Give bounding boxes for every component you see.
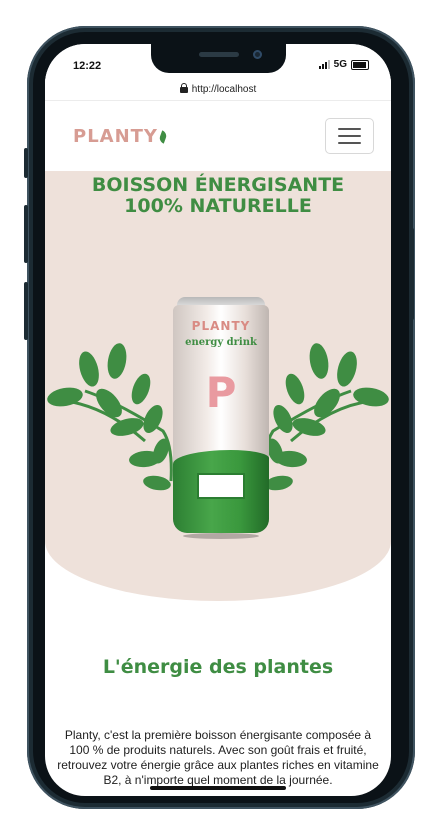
phone-screen: 12:22 5G http://localhost PLANTY BOISSON… (45, 44, 391, 796)
speaker-grille (199, 52, 239, 57)
hamburger-icon-bar (338, 135, 361, 137)
network-label: 5G (333, 59, 347, 70)
volume-down-button (24, 282, 28, 340)
right-leaf-branch (263, 343, 389, 491)
hero-title-line-2: 100% NATURELLE (124, 195, 312, 217)
home-indicator (150, 786, 286, 790)
left-leaf-branch (47, 343, 173, 491)
can-info-label (197, 473, 245, 499)
front-camera (253, 50, 262, 59)
hero-section: BOISSON ÉNERGISANTE 100% NATURELLE PLANT… (45, 171, 391, 601)
can-brand-text: PLANTY (191, 319, 251, 333)
mute-switch (24, 148, 28, 178)
power-button (410, 228, 414, 320)
can-shadow (183, 533, 259, 539)
hero-title-line-1: BOISSON ÉNERGISANTE (91, 174, 345, 196)
volume-up-button (24, 205, 28, 263)
can-letter-logo: P (205, 368, 237, 417)
site-navbar: PLANTY (45, 101, 391, 171)
menu-toggle-button[interactable] (325, 118, 374, 154)
section-title: L'énergie des plantes (102, 656, 334, 678)
energy-drink-can: PLANTY energy drink P (173, 297, 269, 539)
can-body: PLANTY energy drink P (173, 305, 269, 533)
status-indicators: 5G (318, 59, 369, 70)
section-description: Planty, c'est la première boisson énergi… (57, 728, 379, 787)
phone-notch (151, 44, 286, 73)
address-bar[interactable]: http://localhost (45, 78, 391, 101)
logo-text: PLANTY (73, 126, 158, 147)
signal-icon (318, 60, 330, 69)
can-subtitle: energy drink (185, 337, 257, 348)
hamburger-icon-bar (338, 142, 361, 144)
battery-icon (351, 59, 369, 70)
lock-icon (179, 83, 188, 93)
leaf-icon (158, 129, 168, 144)
hamburger-icon-bar (338, 128, 361, 130)
status-time: 12:22 (73, 60, 102, 72)
planty-logo[interactable]: PLANTY (73, 126, 168, 147)
url-text: http://localhost (191, 83, 257, 95)
